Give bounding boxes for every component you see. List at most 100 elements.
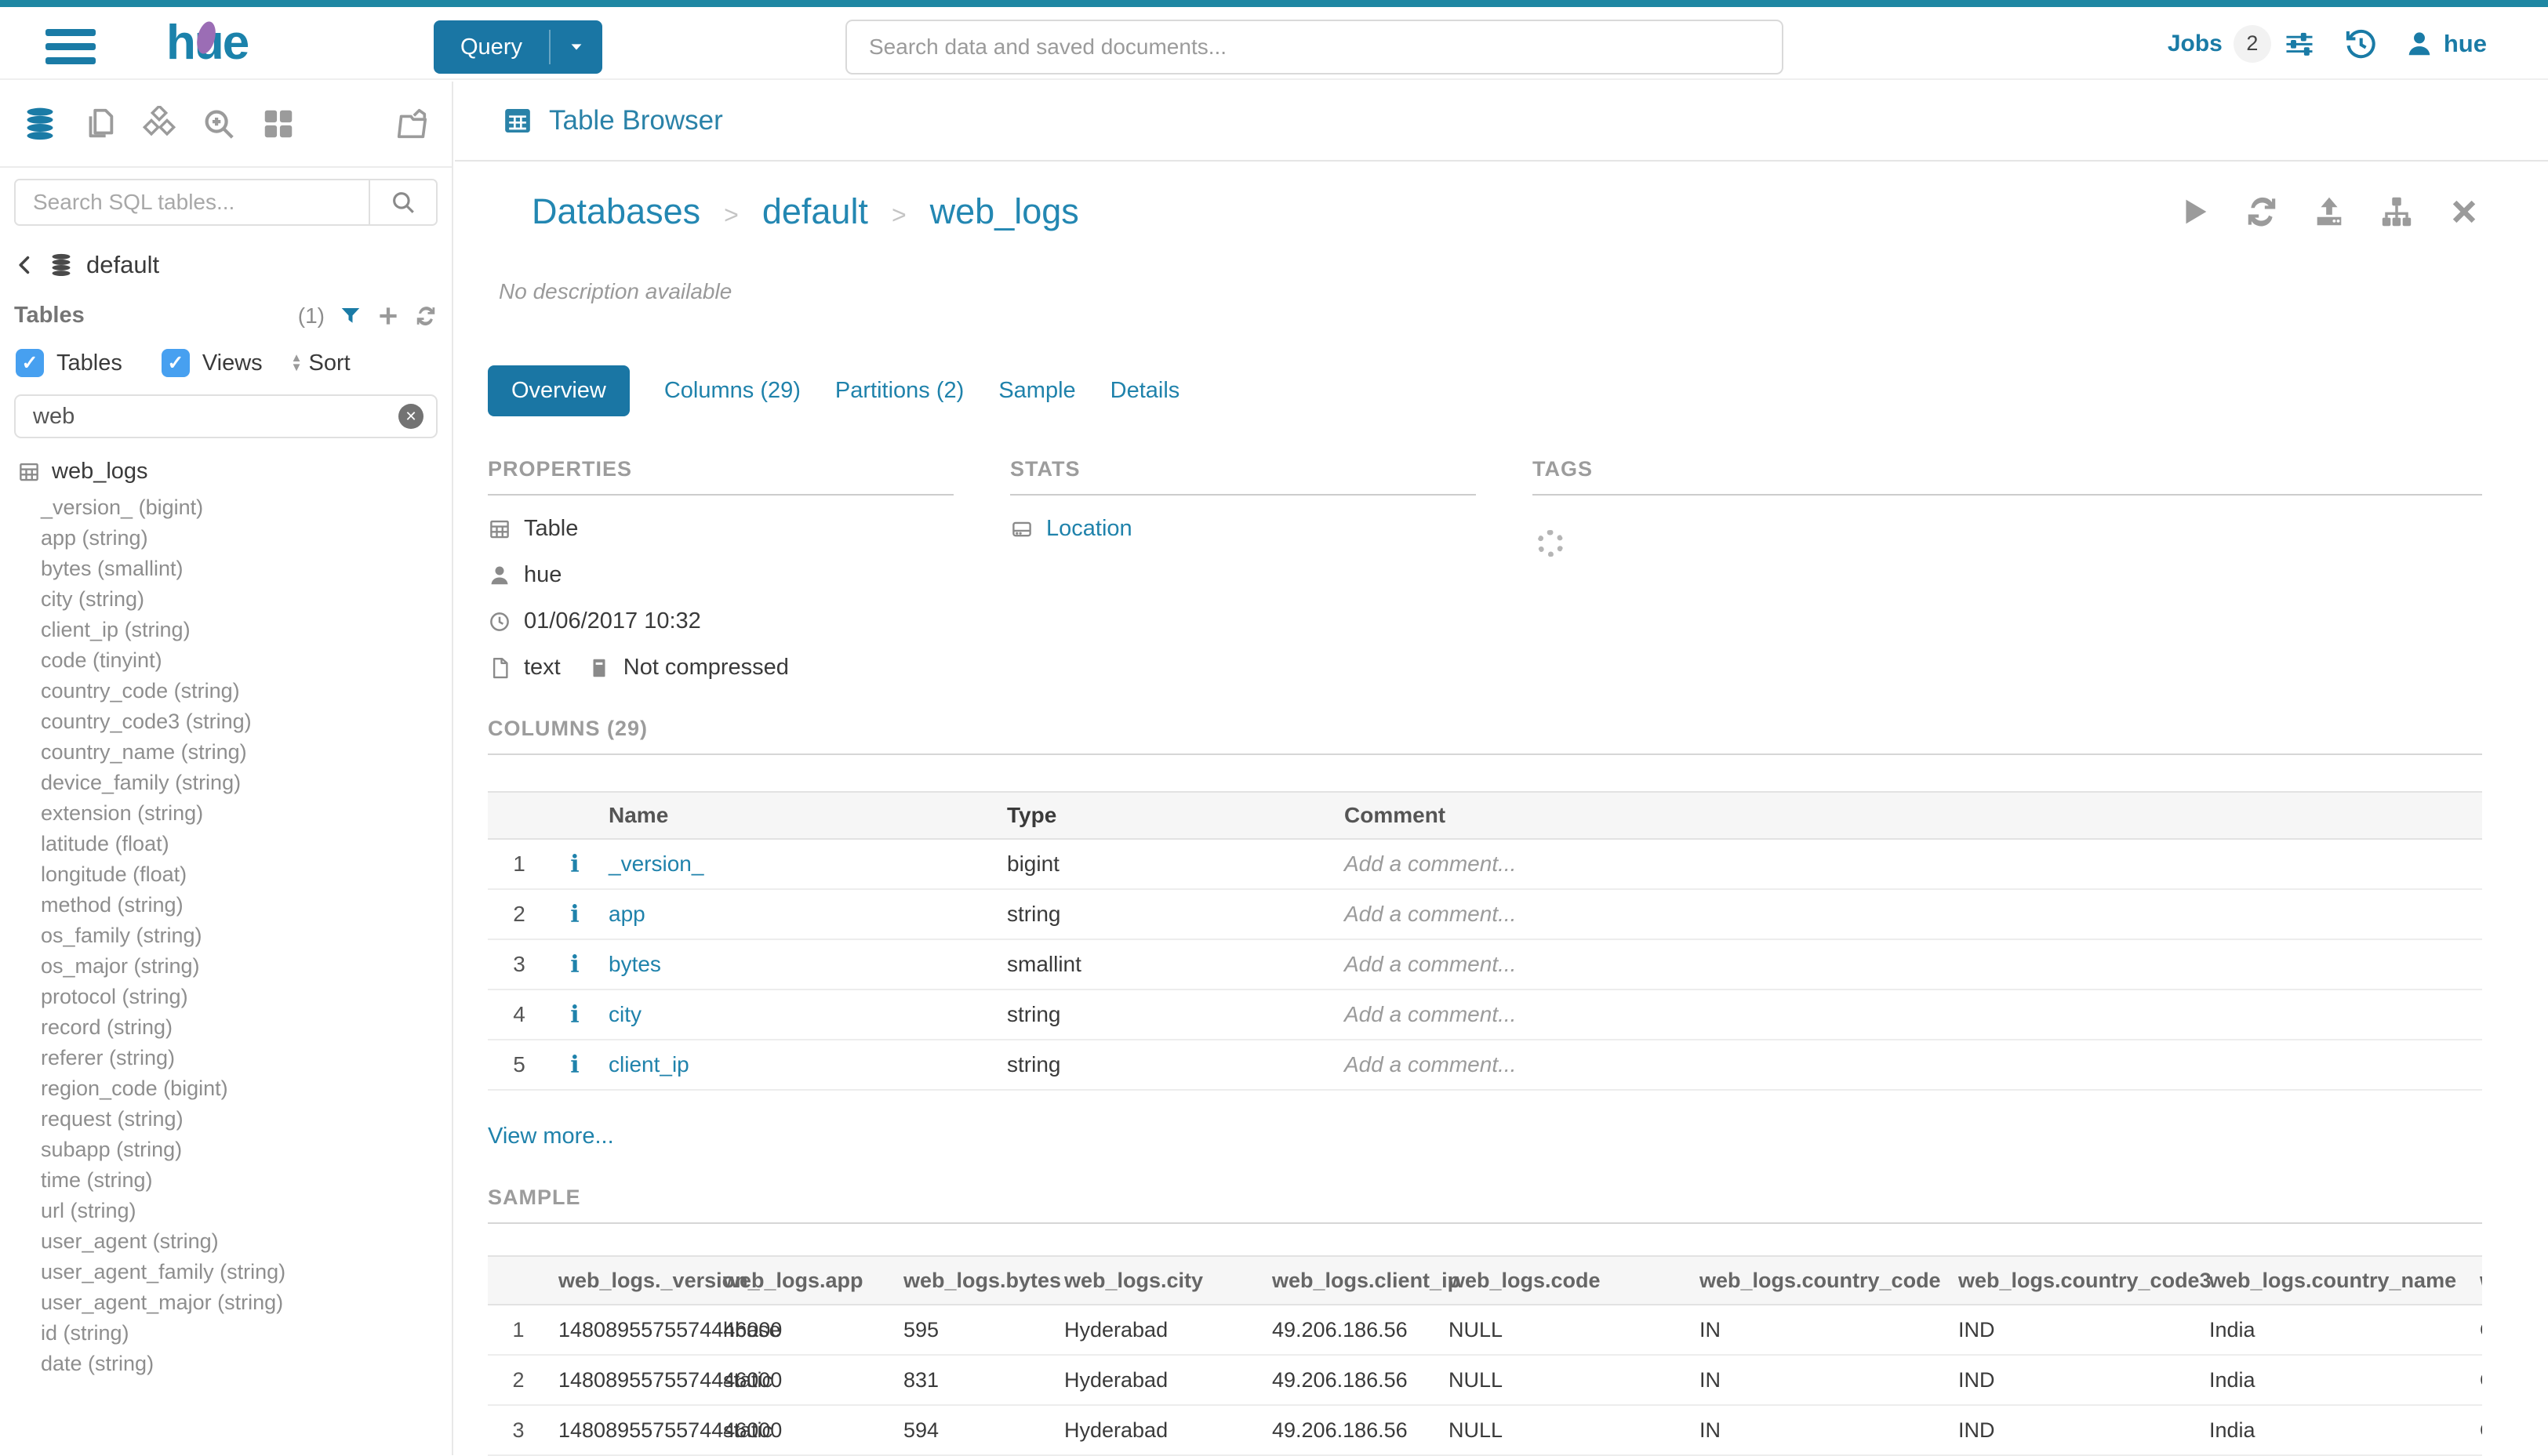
tree-column-item[interactable]: latitude (float) — [17, 829, 438, 859]
documents-icon[interactable] — [82, 106, 118, 142]
refresh-icon[interactable] — [2244, 194, 2280, 230]
info-icon[interactable] — [570, 951, 579, 979]
tree-column-item[interactable]: extension (string) — [17, 798, 438, 829]
tab-details[interactable]: Details — [1110, 365, 1180, 416]
tree-column-item[interactable]: user_agent_family (string) — [17, 1257, 438, 1287]
database-breadcrumb-row[interactable]: default — [14, 251, 438, 279]
sample-cell-overflow: O — [2470, 1355, 2482, 1405]
sample-cell-bytes: 594 — [894, 1405, 1055, 1455]
sample-cell-city: Hyderabad — [1055, 1355, 1263, 1405]
column-comment[interactable]: Add a comment... — [1335, 939, 2482, 989]
sql-assist-database-icon[interactable] — [22, 106, 58, 142]
column-name-link[interactable]: city — [609, 1002, 642, 1026]
tree-column-item[interactable]: bytes (smallint) — [17, 554, 438, 584]
view-more-link[interactable]: View more... — [488, 1124, 2482, 1149]
sample-cell-overflow: O — [2470, 1405, 2482, 1455]
sliders-icon[interactable] — [2282, 27, 2317, 61]
column-comment[interactable]: Add a comment... — [1335, 839, 2482, 889]
import-upload-icon[interactable] — [2311, 194, 2347, 230]
column-name-link[interactable]: app — [609, 902, 645, 926]
functions-cubes-icon[interactable] — [141, 106, 177, 142]
tree-column-item[interactable]: protocol (string) — [17, 982, 438, 1012]
filter-funnel-icon[interactable] — [339, 304, 362, 328]
user-menu[interactable]: hue — [2404, 29, 2487, 59]
breadcrumb-database[interactable]: default — [762, 191, 868, 232]
folder-documents-icon[interactable] — [394, 106, 430, 142]
add-table-plus-icon[interactable] — [376, 304, 400, 328]
jobs-link[interactable]: Jobs 2 — [2168, 25, 2317, 63]
column-comment[interactable]: Add a comment... — [1335, 889, 2482, 939]
column-comment[interactable]: Add a comment... — [1335, 1040, 2482, 1090]
table-filter-input[interactable] — [16, 404, 398, 430]
tree-table-name[interactable]: web_logs — [52, 459, 148, 485]
tree-column-item[interactable]: time (string) — [17, 1165, 438, 1196]
apps-grid-icon[interactable] — [260, 106, 296, 142]
tree-column-item[interactable]: device_family (string) — [17, 768, 438, 798]
tables-label: Tables — [14, 303, 85, 329]
tab-overview[interactable]: Overview — [488, 365, 630, 416]
tree-column-item[interactable]: url (string) — [17, 1196, 438, 1226]
tab-partitions[interactable]: Partitions (2) — [835, 365, 964, 416]
tree-column-item[interactable]: id (string) — [17, 1318, 438, 1349]
column-type: bigint — [998, 839, 1335, 889]
column-comment[interactable]: Add a comment... — [1335, 989, 2482, 1040]
views-checkbox[interactable] — [162, 349, 190, 377]
tree-column-item[interactable]: date (string) — [17, 1349, 438, 1379]
tree-column-item[interactable]: referer (string) — [17, 1043, 438, 1073]
tree-column-item[interactable]: city (string) — [17, 584, 438, 615]
info-icon[interactable] — [570, 851, 579, 878]
tree-column-item[interactable]: app (string) — [17, 523, 438, 554]
tree-column-item[interactable]: longitude (float) — [17, 859, 438, 890]
tree-column-item[interactable]: _version_ (bigint) — [17, 492, 438, 523]
table-description[interactable]: No description available — [499, 279, 2482, 304]
clear-filter-icon[interactable]: ✕ — [398, 404, 423, 429]
back-chevron-icon[interactable] — [14, 254, 36, 276]
hamburger-menu-icon[interactable] — [45, 29, 96, 71]
tree-column-item[interactable]: record (string) — [17, 1012, 438, 1043]
breadcrumb-databases[interactable]: Databases — [532, 191, 700, 232]
sample-header-cell: web_logs.app — [714, 1256, 894, 1305]
query-play-icon[interactable] — [2176, 194, 2212, 230]
tree-column-item[interactable]: request (string) — [17, 1104, 438, 1135]
tree-column-item[interactable]: country_code (string) — [17, 676, 438, 706]
sort-control[interactable]: ▲▼ Sort — [291, 350, 351, 376]
tree-column-item[interactable]: code (tinyint) — [17, 645, 438, 676]
column-name-link[interactable]: client_ip — [609, 1052, 689, 1077]
sql-tables-search-button[interactable] — [369, 180, 436, 224]
column-name-link[interactable]: _version_ — [609, 851, 703, 876]
tree-column-item[interactable]: region_code (bigint) — [17, 1073, 438, 1104]
history-icon[interactable] — [2343, 27, 2378, 61]
hue-logo[interactable]: hue — [166, 15, 248, 71]
database-name[interactable]: default — [86, 251, 159, 279]
overview-meta-columns: PROPERTIES Table hue 01/06/2017 10:32 te… — [488, 457, 2482, 681]
tree-column-item[interactable]: user_agent_major (string) — [17, 1287, 438, 1318]
refresh-tables-icon[interactable] — [414, 304, 438, 328]
tree-column-item[interactable]: country_code3 (string) — [17, 706, 438, 737]
tree-column-item[interactable]: subapp (string) — [17, 1135, 438, 1165]
close-icon[interactable] — [2446, 194, 2482, 230]
sql-tables-search-input[interactable] — [16, 180, 369, 224]
info-icon[interactable] — [570, 901, 579, 928]
query-dropdown-caret[interactable] — [551, 38, 602, 56]
location-link[interactable]: Location — [1046, 516, 1132, 542]
tree-column-item[interactable]: method (string) — [17, 890, 438, 920]
tab-sample[interactable]: Sample — [998, 365, 1075, 416]
info-icon[interactable] — [570, 1051, 579, 1079]
column-name-link[interactable]: bytes — [609, 952, 661, 976]
query-button[interactable]: Query — [434, 20, 602, 74]
info-icon[interactable] — [570, 1001, 579, 1029]
sample-section-title: SAMPLE — [488, 1185, 2482, 1224]
tree-table-web-logs[interactable]: web_logs — [17, 459, 438, 485]
lineage-sitemap-icon[interactable] — [2379, 194, 2415, 230]
sample-cell-client-ip: 49.206.186.56 — [1263, 1355, 1439, 1405]
tables-checkbox[interactable] — [16, 349, 44, 377]
tree-column-item[interactable]: user_agent (string) — [17, 1226, 438, 1257]
tab-columns[interactable]: Columns (29) — [664, 365, 801, 416]
zoom-explore-icon[interactable] — [201, 106, 237, 142]
global-search-input[interactable] — [847, 21, 1782, 73]
tree-column-item[interactable]: client_ip (string) — [17, 615, 438, 645]
tree-column-item[interactable]: country_name (string) — [17, 737, 438, 768]
tree-column-item[interactable]: os_major (string) — [17, 951, 438, 982]
tree-column-item[interactable]: os_family (string) — [17, 920, 438, 951]
breadcrumb-table[interactable]: web_logs — [930, 191, 1079, 232]
